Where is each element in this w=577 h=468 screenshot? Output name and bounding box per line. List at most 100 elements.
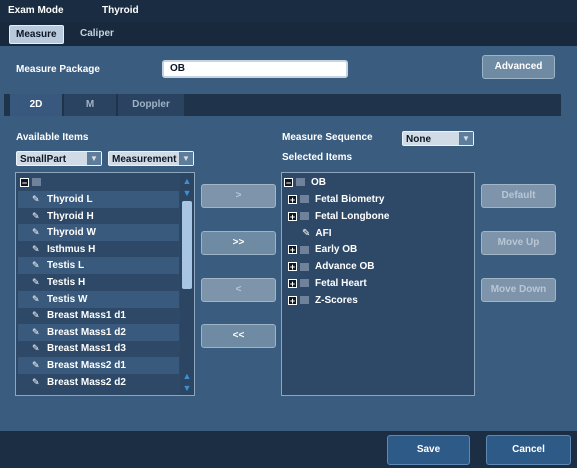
- scrollbar-thumb[interactable]: [182, 201, 192, 289]
- list-item[interactable]: ✎ Testis W: [18, 290, 179, 308]
- folder-icon: [300, 245, 309, 254]
- list-item-label: Thyroid H: [47, 210, 94, 222]
- tree-item[interactable]: + Fetal Heart: [288, 275, 367, 292]
- list-item[interactable]: ✎ Isthmus H: [18, 241, 179, 258]
- measure-item-icon: ✎: [32, 227, 40, 238]
- category-dropdown[interactable]: SmallPart ▼: [16, 151, 102, 166]
- tab-m[interactable]: M: [64, 94, 116, 116]
- scrollbar[interactable]: ▲ ▼ ▲ ▼: [180, 173, 194, 395]
- collapse-icon: −: [20, 177, 29, 188]
- move-up-button[interactable]: Move Up: [481, 231, 556, 255]
- mode-subtab-row: 2D M Doppler: [4, 94, 561, 116]
- folder-icon: [32, 178, 41, 187]
- tree-root[interactable]: − OB: [284, 174, 326, 191]
- measure-item-icon: ✎: [32, 360, 40, 370]
- list-item[interactable]: ✎ Testis L: [18, 257, 179, 275]
- measure-item-icon: ✎: [32, 210, 40, 221]
- list-item[interactable]: ✎ Breast Mass2 d2: [18, 374, 179, 391]
- list-item-label: Breast Mass1 d3: [47, 343, 126, 355]
- tree-item-label: AFI: [315, 227, 332, 239]
- expand-icon[interactable]: +: [288, 295, 297, 305]
- advanced-button[interactable]: Advanced: [482, 55, 555, 79]
- selected-items-label: Selected Items: [282, 152, 353, 163]
- list-item[interactable]: ✎ Thyroid H: [18, 208, 179, 225]
- measure-item-icon: ✎: [32, 260, 40, 271]
- list-item[interactable]: ✎ Thyroid W: [18, 224, 179, 242]
- tab-doppler[interactable]: Doppler: [118, 94, 184, 116]
- move-down-button[interactable]: Move Down: [481, 278, 556, 302]
- exam-mode-label: Exam Mode: [8, 5, 64, 16]
- expand-icon[interactable]: +: [288, 278, 297, 288]
- expand-icon[interactable]: +: [288, 245, 297, 255]
- tree-item[interactable]: + Fetal Biometry: [288, 191, 384, 208]
- list-item-label: Testis L: [47, 260, 85, 272]
- tree-item-label: Fetal Heart: [315, 278, 367, 289]
- tree-item[interactable]: + Early OB: [288, 241, 357, 258]
- measure-item-icon: ✎: [32, 243, 40, 254]
- tab-2d[interactable]: 2D: [10, 94, 62, 116]
- tree-item-label: Early OB: [315, 244, 358, 256]
- tree-item-label: Advance OB: [315, 261, 375, 273]
- tree-item-label: Fetal Longbone: [315, 210, 390, 222]
- list-item-label: Breast Mass2 d1: [47, 360, 126, 371]
- chevron-down-icon: ▼: [459, 132, 473, 145]
- folder-icon: [300, 262, 309, 271]
- expand-icon[interactable]: +: [288, 211, 297, 221]
- measure-item-icon: ✎: [32, 194, 40, 204]
- list-item-label: Testis H: [47, 277, 86, 288]
- add-all-button[interactable]: >>: [201, 231, 276, 255]
- measure-item-icon: ✎: [32, 277, 40, 287]
- scroll-down-icon[interactable]: ▼: [181, 188, 193, 198]
- list-item-label: Thyroid L: [47, 194, 93, 205]
- measure-item-icon: ✎: [32, 310, 40, 321]
- top-tab-row: Measure Caliper: [0, 22, 577, 46]
- measure-item-icon: ✎: [32, 326, 40, 337]
- remove-button[interactable]: <: [201, 278, 276, 302]
- list-item[interactable]: ✎ Thyroid L: [18, 191, 179, 208]
- measure-package-field[interactable]: OB: [162, 60, 348, 78]
- type-dropdown[interactable]: Measurement ▼: [108, 151, 194, 166]
- measure-sequence-value: None: [406, 134, 431, 145]
- list-item[interactable]: ✎ Breast Mass1 d3: [18, 340, 179, 357]
- folder-icon: [296, 178, 305, 187]
- folder-icon: [300, 279, 309, 288]
- measure-sequence-dropdown[interactable]: None ▼: [402, 131, 474, 146]
- measure-item-icon: ✎: [32, 293, 40, 304]
- add-button[interactable]: >: [201, 184, 276, 208]
- save-button[interactable]: Save: [387, 435, 470, 465]
- scroll-down-icon[interactable]: ▼: [181, 383, 193, 393]
- measure-item-icon: ✎: [32, 376, 40, 387]
- scroll-up-icon[interactable]: ▲: [181, 371, 193, 381]
- list-root[interactable]: −: [18, 174, 180, 191]
- selected-items-list[interactable]: − OB + Fetal Biometry + Fetal Longbone ✎ AFI + E…: [281, 172, 475, 396]
- collapse-icon: −: [284, 177, 293, 188]
- list-item[interactable]: ✎ Testis H: [18, 274, 179, 291]
- measure-item-icon: ✎: [302, 227, 311, 239]
- measure-item-icon: ✎: [32, 343, 40, 354]
- list-item[interactable]: ✎ Breast Mass2 d1: [18, 357, 179, 374]
- tree-item[interactable]: + Z-Scores: [288, 292, 358, 309]
- default-button[interactable]: Default: [481, 184, 556, 208]
- folder-icon: [300, 296, 309, 305]
- tree-item[interactable]: ✎ AFI: [288, 225, 332, 242]
- expand-icon[interactable]: +: [288, 262, 297, 272]
- tab-caliper[interactable]: Caliper: [74, 25, 120, 44]
- scroll-up-icon[interactable]: ▲: [181, 176, 193, 186]
- tree-item[interactable]: + Fetal Longbone: [288, 208, 389, 225]
- cancel-button[interactable]: Cancel: [486, 435, 571, 465]
- measure-package-label: Measure Package: [16, 64, 100, 75]
- list-item-label: Thyroid W: [47, 227, 96, 239]
- category-dropdown-value: SmallPart: [20, 154, 67, 165]
- list-item[interactable]: ✎ Breast Mass1 d2: [18, 323, 179, 341]
- remove-all-button[interactable]: <<: [201, 324, 276, 348]
- tree-item[interactable]: + Advance OB: [288, 258, 374, 275]
- list-item-label: Testis W: [47, 293, 88, 305]
- list-item-label: Breast Mass1 d2: [47, 326, 126, 338]
- list-item[interactable]: ✎ Breast Mass1 d1: [18, 307, 179, 324]
- tab-measure[interactable]: Measure: [9, 25, 64, 44]
- available-items-label: Available Items: [16, 132, 89, 143]
- available-items-list[interactable]: − ✎ Thyroid L ✎ Thyroid H ✎ Thyroid W ✎ Isthmus…: [15, 172, 195, 396]
- expand-icon[interactable]: +: [288, 194, 297, 204]
- measure-sequence-label: Measure Sequence: [282, 132, 373, 143]
- folder-icon: [300, 212, 309, 221]
